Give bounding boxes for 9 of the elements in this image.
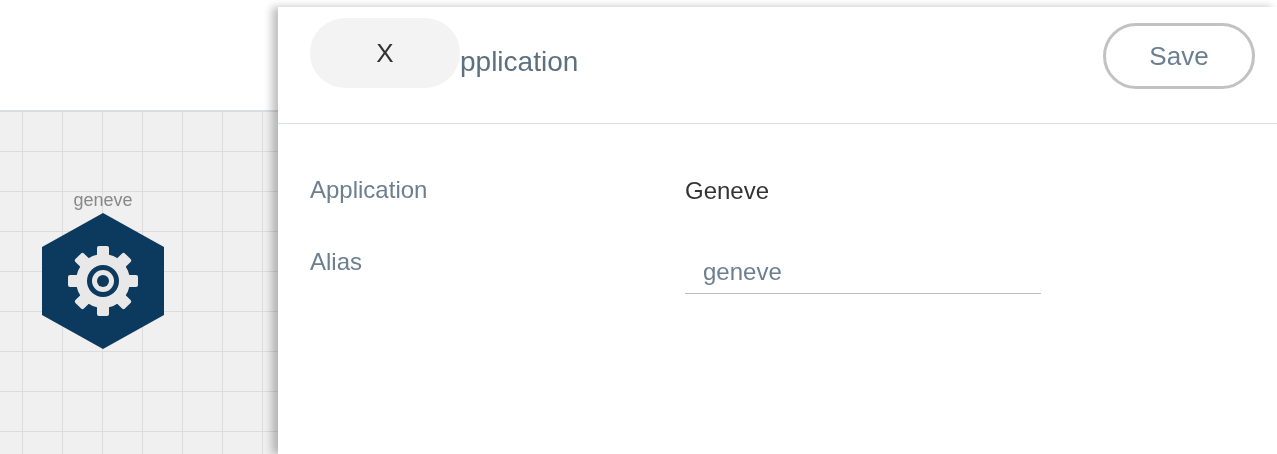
alias-field[interactable]: geneve bbox=[685, 250, 1041, 294]
save-button[interactable]: Save bbox=[1103, 23, 1255, 89]
gear-node-icon[interactable] bbox=[42, 213, 164, 349]
field-label: Alias bbox=[310, 247, 364, 277]
field-value: Geneve bbox=[685, 176, 770, 206]
panel-title: pplication bbox=[460, 45, 580, 79]
node-label: geneve bbox=[73, 191, 133, 209]
close-button[interactable]: X bbox=[310, 18, 460, 88]
field-label: Application bbox=[310, 175, 429, 205]
